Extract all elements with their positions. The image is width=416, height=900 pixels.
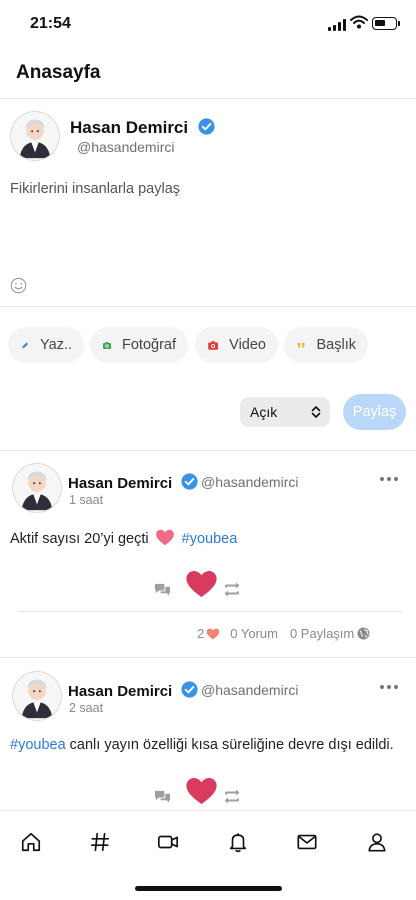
more-options-icon[interactable] xyxy=(380,477,400,483)
comment-count[interactable]: 0 Yorum xyxy=(230,626,278,641)
quote-icon xyxy=(297,342,305,348)
section-divider xyxy=(0,450,416,451)
comment-icon[interactable] xyxy=(153,582,172,597)
repost-icon[interactable] xyxy=(222,789,242,804)
home-indicator xyxy=(135,886,282,891)
home-icon[interactable] xyxy=(20,831,42,853)
signal-icon xyxy=(328,19,346,31)
share-count[interactable]: 0 Paylaşım xyxy=(290,626,354,641)
video-camera-icon xyxy=(208,340,218,350)
composer-user-name: Hasan Demirci xyxy=(70,118,215,138)
post-hashtag[interactable]: #youbea xyxy=(10,737,66,753)
heart-emoji-icon xyxy=(155,529,174,546)
repost-icon[interactable] xyxy=(222,582,242,597)
composer-divider xyxy=(0,306,416,307)
post-time: 1 saat xyxy=(69,493,104,507)
post-user-handle: @hasandemirci xyxy=(201,682,299,698)
hashtag-icon[interactable] xyxy=(89,831,111,853)
battery-icon xyxy=(372,17,400,30)
visibility-select[interactable]: Açık xyxy=(240,397,330,427)
like-heart-icon[interactable] xyxy=(185,569,218,599)
chevron-updown-icon xyxy=(311,406,321,418)
composer-user-handle: @hasandemirci xyxy=(77,139,175,155)
wifi-icon xyxy=(350,15,368,29)
verified-badge-icon xyxy=(181,681,198,698)
page-title: Anasayfa xyxy=(16,62,101,83)
video-chip[interactable]: Video xyxy=(195,327,278,363)
avatar[interactable] xyxy=(10,111,60,161)
post-avatar[interactable] xyxy=(12,463,62,513)
bell-icon[interactable] xyxy=(227,831,249,853)
comment-icon[interactable] xyxy=(153,789,172,804)
camera-icon xyxy=(103,341,111,349)
post-user-handle: @hasandemirci xyxy=(201,474,299,490)
post-input[interactable]: Fikirlerini insanlarla paylaş xyxy=(10,181,180,197)
write-chip[interactable]: Yaz.. xyxy=(8,327,84,363)
profile-icon[interactable] xyxy=(366,831,388,853)
pencil-icon xyxy=(22,341,29,349)
post-stats: 2 0 Yorum 0 Paylaşım xyxy=(197,626,370,641)
post-user-name[interactable]: Hasan Demirci xyxy=(68,681,198,700)
post-text: Aktif sayısı 20’yi geçti #youbea xyxy=(10,529,238,547)
section-divider xyxy=(0,657,416,658)
mail-icon[interactable] xyxy=(296,831,318,853)
globe-icon xyxy=(357,627,370,640)
share-button[interactable]: Paylaş xyxy=(343,394,406,430)
like-count: 2 xyxy=(197,626,205,641)
status-time: 21:54 xyxy=(30,15,71,32)
photo-chip[interactable]: Fotoğraf xyxy=(90,327,188,363)
small-heart-icon xyxy=(206,628,220,639)
post-time: 2 saat xyxy=(69,701,104,715)
verified-badge-icon xyxy=(181,473,198,490)
stats-divider xyxy=(18,611,402,612)
status-bar: 21:54 xyxy=(0,0,416,48)
more-options-icon[interactable] xyxy=(380,685,400,691)
emoji-icon[interactable] xyxy=(10,277,27,294)
post-avatar[interactable] xyxy=(12,671,62,721)
header-divider xyxy=(0,98,416,99)
like-heart-icon[interactable] xyxy=(185,776,218,806)
verified-badge-icon xyxy=(198,118,215,135)
video-icon[interactable] xyxy=(157,831,179,853)
post-hashtag[interactable]: #youbea xyxy=(182,531,238,547)
post-text: #youbea canlı yayın özelliği kısa süreli… xyxy=(10,737,394,753)
post-user-name[interactable]: Hasan Demirci xyxy=(68,473,198,492)
title-chip[interactable]: Başlık xyxy=(284,327,368,363)
